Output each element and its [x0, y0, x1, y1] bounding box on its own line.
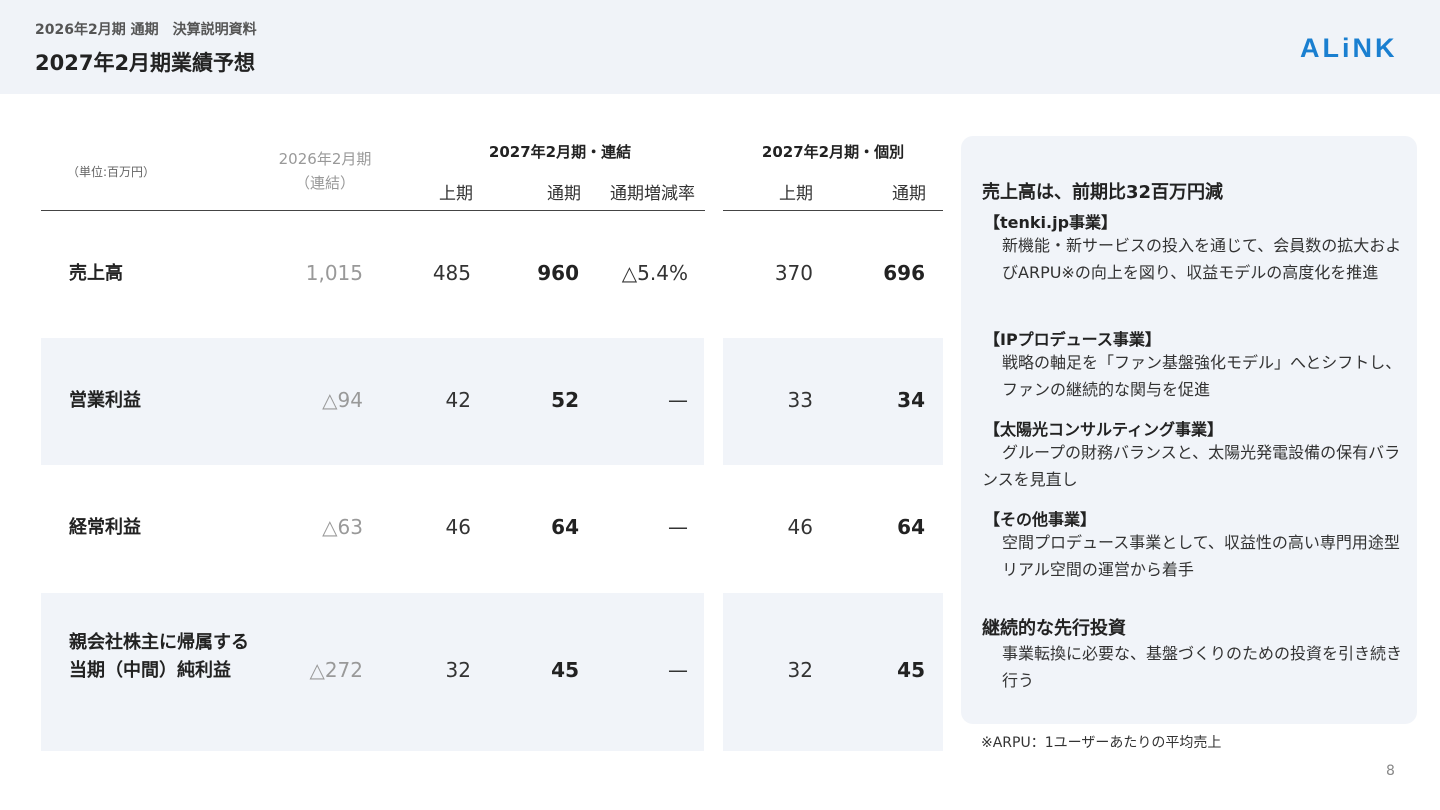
arpu-footnote: ※ARPU：1ユーザーあたりの平均売上 [981, 735, 1222, 751]
consolidated-change-rate-value: — [668, 658, 688, 682]
consolidated-full-year-value: 52 [551, 388, 579, 412]
other-section-body: 空間プロデュース事業として、収益性の高い専門用途型リアル空間の運営から着手 [1002, 533, 1400, 579]
consolidated-change-rate-value: — [668, 388, 688, 412]
table-row: 親会社株主に帰属する 当期（中間）純利益 △272 32 45 — 32 45 [41, 593, 943, 751]
individual-first-half-value: 33 [787, 388, 813, 412]
prev-year-header-line1: 2026年2月期 [278, 150, 372, 168]
solar-section-title: 【太陽光コンサルティング事業】 [984, 420, 1224, 439]
consolidated-first-half-value: 485 [432, 261, 471, 285]
row-label-line1: 親会社株主に帰属する [69, 632, 249, 653]
table-row: 経常利益 △63 46 64 — 46 64 [41, 465, 943, 592]
ip-section-title: 【IPプロデュース事業】 [984, 330, 1161, 349]
solar-section-body: グループの財務バランスと、太陽光発電設備の保有バランスを見直し [982, 443, 1401, 489]
individual-first-half-value: 370 [774, 261, 813, 285]
tenki-section-title: 【tenki.jp事業】 [984, 213, 1118, 232]
col-consolidated-full-year: 通期 [547, 184, 581, 204]
table-row: 売上高 1,015 485 960 △5.4% 370 696 [41, 211, 943, 338]
other-section-title: 【その他事業】 [984, 510, 1097, 529]
row-label: 売上高 [69, 263, 123, 284]
col-consolidated-first-half: 上期 [439, 184, 473, 204]
consolidated-full-year-value: 960 [537, 261, 579, 285]
prev-year-header: 2026年2月期 （連結） [266, 147, 384, 195]
deck-subtitle: 2026年2月期 通期 決算説明資料 [35, 22, 257, 38]
col-individual-full-year: 通期 [892, 184, 926, 204]
individual-full-year-value: 34 [897, 388, 925, 412]
individual-first-half-value: 46 [787, 515, 813, 539]
consolidated-change-rate-value: △5.4% [621, 261, 688, 285]
prev-year-value: △63 [322, 515, 363, 539]
prev-year-value: △94 [322, 388, 363, 412]
sales-heading: 売上高は、前期比32百万円減 [982, 182, 1224, 203]
ip-section-body: 戦略の軸足を「ファン基盤強化モデル」へとシフトし、ファンの継続的な関与を促進 [1002, 353, 1402, 399]
commentary-panel: 売上高は、前期比32百万円減 【tenki.jp事業】 新機能・新サービスの投入… [961, 136, 1417, 724]
forecast-table: （単位:百万円） 2026年2月期 （連結） 2027年2月期・連結 2027年… [41, 130, 943, 752]
col-consolidated-change-rate: 通期増減率 [610, 184, 695, 204]
prev-year-value: 1,015 [305, 261, 363, 285]
consolidated-full-year-value: 45 [551, 658, 579, 682]
prev-year-value: △272 [309, 658, 363, 682]
header: 2026年2月期 通期 決算説明資料 2027年2月期業績予想 ALiNK [0, 0, 1440, 94]
unit-label: （単位:百万円） [67, 165, 156, 179]
col-individual-first-half: 上期 [779, 184, 813, 204]
row-label-line2: 当期（中間）純利益 [69, 660, 231, 681]
individual-group-header: 2027年2月期・個別 [761, 143, 905, 161]
row-label: 営業利益 [69, 390, 141, 411]
row-label: 親会社株主に帰属する 当期（中間）純利益 [69, 629, 249, 685]
consolidated-first-half-value: 42 [445, 388, 471, 412]
individual-full-year-value: 64 [897, 515, 925, 539]
page-number: 8 [1386, 763, 1395, 779]
table-row: 営業利益 △94 42 52 — 33 34 [41, 338, 943, 465]
prev-year-header-line2: （連結） [294, 174, 355, 192]
consolidated-change-rate-value: — [668, 515, 688, 539]
consolidated-group-header: 2027年2月期・連結 [488, 143, 632, 161]
logo-text: ALiNK [1300, 33, 1398, 62]
investment-body: 事業転換に必要な、基盤づくりのための投資を引き続き行う [1002, 644, 1403, 690]
page-title: 2027年2月期業績予想 [35, 51, 256, 75]
consolidated-full-year-value: 64 [551, 515, 579, 539]
alink-logo: ALiNK [1300, 33, 1398, 62]
individual-full-year-value: 45 [897, 658, 925, 682]
consolidated-first-half-value: 46 [445, 515, 471, 539]
row-label: 経常利益 [69, 517, 141, 538]
individual-first-half-value: 32 [787, 658, 813, 682]
tenki-section-body: 新機能・新サービスの投入を通じて、会員数の拡大およびARPU※の向上を図り、収益… [1002, 236, 1402, 282]
investment-heading: 継続的な先行投資 [982, 618, 1126, 639]
consolidated-first-half-value: 32 [445, 658, 471, 682]
individual-full-year-value: 696 [883, 261, 925, 285]
